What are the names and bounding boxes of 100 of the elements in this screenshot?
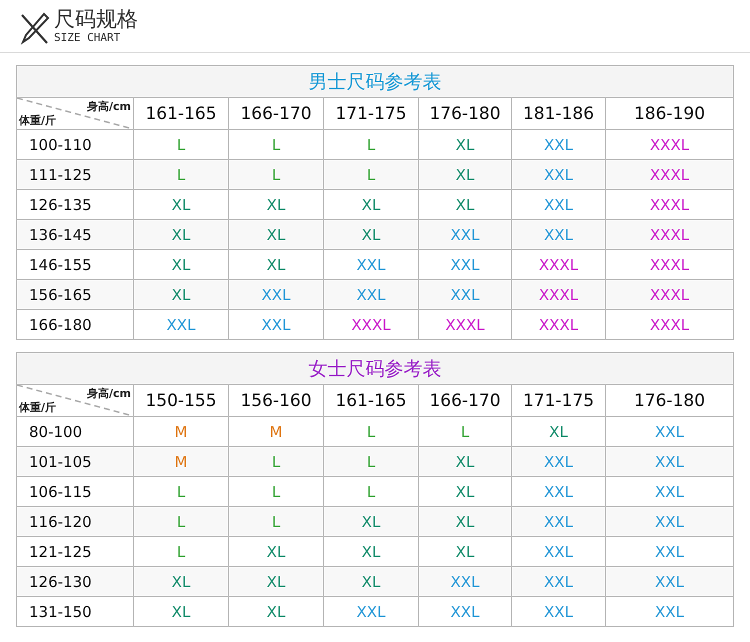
row-header: 126-130 [17, 567, 134, 596]
size-cell: XL [134, 597, 229, 626]
row-header: 106-115 [17, 477, 134, 506]
weight-label: 体重/斤 [19, 113, 56, 128]
size-cell-text: XXXL [648, 164, 690, 186]
size-cell: XL [134, 190, 229, 219]
size-cell: XXL [419, 250, 512, 279]
size-cell: XXXL [419, 310, 512, 339]
row-header: 146-155 [17, 250, 134, 279]
row-header: 111-125 [17, 160, 134, 189]
size-cell: XXL [512, 190, 606, 219]
size-cell: XXL [512, 477, 606, 506]
column-header: 176-180 [419, 98, 512, 129]
size-cell: XXL [229, 280, 324, 309]
size-cell: XXL [512, 130, 606, 159]
size-cell-text: XXL [654, 512, 685, 532]
size-cell-text: XXL [654, 602, 685, 622]
page-subtitle: SIZE CHART [54, 32, 122, 43]
size-cell: XL [419, 537, 512, 566]
column-header: 171-175 [512, 385, 606, 416]
size-cell: XXL [512, 220, 606, 249]
size-cell: XXL [512, 447, 606, 476]
table-title: 男士尺码参考表 [17, 66, 733, 98]
size-cell: XL [134, 280, 229, 309]
size-cell: XL [229, 250, 324, 279]
size-cell: XL [134, 250, 229, 279]
table-title: 女士尺码参考表 [17, 353, 733, 385]
size-cell: L [324, 160, 419, 189]
size-cell: XXL [419, 220, 512, 249]
size-cell: XL [324, 190, 419, 219]
size-cell: XXXL [324, 310, 419, 339]
size-cell-text: XXXL [648, 284, 690, 306]
size-cell: XL [419, 477, 512, 506]
size-cell: XXL [512, 597, 606, 626]
size-cell: L [134, 130, 229, 159]
weight-label: 体重/斤 [19, 400, 56, 415]
column-header: 181-186 [512, 98, 606, 129]
height-label: 身高/cm [87, 99, 131, 114]
row-header: 80-100 [17, 417, 134, 446]
size-cell-text: XXXL [648, 224, 690, 246]
size-cell: XL [419, 507, 512, 536]
size-cell: XL [324, 507, 419, 536]
column-header: 176-180 [632, 390, 706, 412]
size-cell: XL [229, 597, 324, 626]
size-cell: XL [229, 190, 324, 219]
size-cell: XXL [512, 160, 606, 189]
size-cell: L [229, 447, 324, 476]
column-header: 150-155 [134, 385, 229, 416]
size-cell: XL [324, 537, 419, 566]
size-cell: L [419, 417, 512, 446]
size-cell: L [229, 477, 324, 506]
size-cell: L [134, 507, 229, 536]
size-cell-text: XXL [654, 542, 685, 562]
size-cell: XL [229, 567, 324, 596]
size-cell: XXL [419, 597, 512, 626]
size-cell: XL [419, 190, 512, 219]
size-cell: L [229, 130, 324, 159]
column-header: 161-165 [134, 98, 229, 129]
row-header: 100-110 [17, 130, 134, 159]
size-cell: XXL [419, 280, 512, 309]
size-cell: XXL [512, 567, 606, 596]
size-cell: XL [419, 130, 512, 159]
row-header: 121-125 [17, 537, 134, 566]
size-cell: M [134, 447, 229, 476]
size-cell: L [324, 130, 419, 159]
column-header: 166-170 [419, 385, 512, 416]
size-cell: L [324, 447, 419, 476]
column-header: 171-175 [324, 98, 419, 129]
size-cell-text: XXXL [648, 134, 690, 156]
size-cell: M [134, 417, 229, 446]
size-cell-text: XXL [654, 452, 685, 472]
size-cell: L [134, 160, 229, 189]
size-cell: XL [324, 220, 419, 249]
size-cell: XL [134, 220, 229, 249]
height-label: 身高/cm [87, 386, 131, 401]
size-cell: XL [419, 160, 512, 189]
row-header: 116-120 [17, 507, 134, 536]
size-cell: XXXL [512, 250, 606, 279]
size-cell: XL [324, 567, 419, 596]
size-cell: XXL [419, 567, 512, 596]
column-header: 166-170 [229, 98, 324, 129]
size-cell: M [229, 417, 324, 446]
size-cell: L [324, 417, 419, 446]
size-cell-text: XXXL [648, 254, 690, 276]
size-cell: XL [134, 567, 229, 596]
row-header: 131-150 [17, 597, 134, 626]
size-cell: XXL [324, 250, 419, 279]
size-cell: L [324, 477, 419, 506]
size-cell-text: XXXL [648, 314, 690, 336]
size-cell-text: XXL [654, 422, 685, 442]
size-cell: XXL [324, 280, 419, 309]
size-cell: XL [512, 417, 606, 446]
size-cell: XL [229, 220, 324, 249]
row-header: 156-165 [17, 280, 134, 309]
row-header: 126-135 [17, 190, 134, 219]
size-cell: XXXL [512, 280, 606, 309]
row-header: 136-145 [17, 220, 134, 249]
size-cell: XL [229, 537, 324, 566]
column-header: 156-160 [229, 385, 324, 416]
size-cell: XL [419, 447, 512, 476]
